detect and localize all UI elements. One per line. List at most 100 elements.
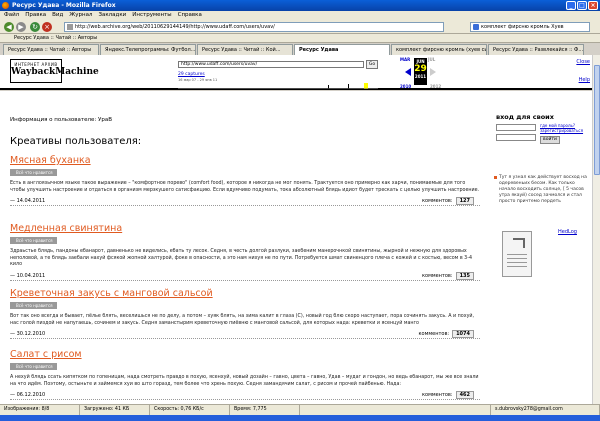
tab-entertainment[interactable]: Ресурс Удава :: Развлекайся :: Ф... <box>488 44 584 55</box>
minimize-button[interactable]: _ <box>566 1 576 10</box>
wayback-go-button[interactable]: Go <box>366 60 378 69</box>
doc-line <box>507 266 527 267</box>
sidebar-quote: Тут я узнал как действует восход на одер… <box>499 175 587 204</box>
wayback-sparkline[interactable] <box>178 81 378 91</box>
wayback-help-link[interactable]: Help <box>579 77 590 83</box>
bookmark-item[interactable]: Ресурс Удава :: Чатай :: Авторы <box>14 34 97 42</box>
post-date: — 10.04.2011 <box>10 272 46 279</box>
tab-yandex-tv[interactable]: Яндекс.Телепрограммы: Футбол... <box>100 44 196 55</box>
tab-resource-udav[interactable]: Ресурс Удава <box>294 44 390 55</box>
post-comments: комментов: 462 <box>422 391 474 399</box>
search-engine-icon <box>473 24 479 30</box>
wayback-next-arrow-icon[interactable] <box>430 68 436 76</box>
window-title: Ресурс Удава - Mozilla Firefox <box>12 2 116 9</box>
post-tag-button[interactable]: Всё что нравится <box>10 363 57 370</box>
window-controls: _ □ × <box>566 1 598 10</box>
menu-view[interactable]: Вид <box>52 11 63 20</box>
tab-bar: Ресурс Удава :: Чатай :: Авторы Яндекс.Т… <box>0 43 600 55</box>
tab-authors[interactable]: Ресурс Удава :: Чатай :: Авторы <box>3 44 99 55</box>
post-footer: — 06.12.2010 комментов: 462 <box>10 390 480 400</box>
wayback-current-date: JUN 29 2011 <box>414 58 427 85</box>
scrollbar-thumb[interactable] <box>594 65 600 175</box>
wayback-prev-arrow-icon[interactable] <box>405 68 411 76</box>
comments-label: комментов: <box>421 198 453 204</box>
comments-count[interactable]: 462 <box>455 391 474 399</box>
wayback-logo-main: WaybackMachine <box>11 67 99 77</box>
status-bar: Изображения: 8/8 Загружено: 41 КБ Скорос… <box>0 404 600 415</box>
arrow-icon <box>513 238 525 248</box>
taskbar <box>0 415 600 421</box>
user-info: Информация о пользователе: УраВ <box>10 117 112 123</box>
comments-count[interactable]: 127 <box>455 197 474 205</box>
doc-line <box>507 262 527 263</box>
menu-tools[interactable]: Инструменты <box>132 11 171 20</box>
doc-line <box>507 254 527 255</box>
post-title-link[interactable]: Мясная буханка <box>10 155 480 166</box>
post-excerpt: Здраьстье блядь, пандоны ебанарот, давне… <box>10 249 473 267</box>
post-tag-button[interactable]: Всё что нравится <box>10 302 57 309</box>
status-speed: Скорость: 0,76 КБ/с <box>150 405 230 415</box>
post-title-link[interactable]: Медленная свинятина <box>10 223 480 234</box>
comments-count[interactable]: 1074 <box>452 330 474 338</box>
login-links: где мой пароль? зарегистрироваться <box>540 123 583 133</box>
post-title-link[interactable]: Креветочная закусь с манговой сальсой <box>10 288 480 299</box>
menu-edit[interactable]: Правка <box>25 11 46 20</box>
wayback-current-day: 29 <box>414 64 427 74</box>
post-excerpt: Вот так оно всегда и бывает, пёлье блять… <box>10 314 475 326</box>
menu-file[interactable]: Файл <box>4 11 19 20</box>
close-window-button[interactable]: × <box>588 1 598 10</box>
post-title-link[interactable]: Салат с рисом <box>10 349 480 360</box>
status-user: s.dubrovsky278@gmail.com <box>490 405 600 415</box>
post-item: Салат с рисом Всё что нравится А нехуй б… <box>10 349 480 400</box>
wayback-captures-link[interactable]: 29 captures <box>178 72 205 77</box>
post-footer: — 30.12.2010 комментов: 1074 <box>10 329 480 339</box>
post-excerpt: А нехуй блядь ссать кипятком по гопеница… <box>10 375 479 387</box>
login-username-input[interactable] <box>496 124 536 131</box>
login-button[interactable]: войти <box>540 136 560 144</box>
address-bar[interactable]: http://web.archive.org/web/2011062914414… <box>64 22 444 32</box>
search-box[interactable]: комплект фирсню кромль Хуев <box>470 22 590 32</box>
wayback-year-next[interactable]: 2012 <box>430 84 441 89</box>
maximize-button[interactable]: □ <box>577 1 587 10</box>
forward-arrow-icon[interactable]: ▶ <box>16 22 26 32</box>
post-tag-button[interactable]: Всё что нравится <box>10 169 57 176</box>
wayback-close-link[interactable]: Close <box>576 59 590 65</box>
status-time: Время: 7,775 <box>230 405 300 415</box>
post-date: — 14.04.2011 <box>10 198 46 204</box>
wayback-year-prev[interactable]: 2010 <box>400 84 411 89</box>
wayback-logo[interactable]: ИНТЕРНЕТ АРХИВ WaybackMachine <box>10 59 99 83</box>
back-arrow-icon[interactable]: ◀ <box>4 22 14 32</box>
page-content: Информация о пользователе: УраВ Креативы… <box>0 91 592 404</box>
wayback-current-year: 2011 <box>414 74 427 79</box>
post-tag-button[interactable]: Всё что нравится <box>10 237 57 244</box>
register-link[interactable]: зарегистрироваться <box>540 128 583 133</box>
menu-help[interactable]: Справка <box>178 11 202 20</box>
menu-bookmarks[interactable]: Закладки <box>98 11 126 20</box>
hedlog-link[interactable]: HedLog <box>558 229 577 235</box>
menu-history[interactable]: Журнал <box>69 11 92 20</box>
stop-icon[interactable]: × <box>42 22 52 32</box>
comments-label: комментов: <box>418 331 450 337</box>
document-icon[interactable] <box>502 231 532 277</box>
wayback-url-input[interactable]: http://www.udaff.com/users/uvav/ <box>178 61 364 68</box>
firefox-icon <box>2 2 9 9</box>
bookmarks-toolbar: Ресурс Удава :: Чатай :: Авторы <box>0 34 600 43</box>
status-images: Изображения: 8/8 <box>0 405 80 415</box>
search-box-text: комплект фирсню кромль Хуев <box>481 24 564 30</box>
comments-count[interactable]: 135 <box>455 271 474 280</box>
post-comments: комментов: 135 <box>422 271 474 280</box>
wayback-month-next[interactable]: JUL <box>428 57 435 62</box>
wayback-month-prev[interactable]: MAR <box>400 57 410 62</box>
wayback-toolbar: ИНТЕРНЕТ АРХИВ WaybackMachine http://www… <box>0 55 600 90</box>
post-footer: — 10.04.2011 комментов: 135 <box>10 271 480 281</box>
login-password-input[interactable] <box>496 134 536 141</box>
post-excerpt: Есть в англоязычном языке такое выражени… <box>10 181 480 193</box>
page-scrollbar[interactable] <box>592 55 600 404</box>
page-favicon-icon <box>67 24 73 30</box>
reload-icon[interactable]: ↻ <box>30 22 40 32</box>
post-item: Медленная свинятина Всё что нравится Здр… <box>10 223 480 281</box>
tab-read[interactable]: Ресурс Удава :: Читай :: Кой... <box>197 44 293 55</box>
page-heading: Креативы пользователя: <box>10 136 142 147</box>
menu-bar: Файл Правка Вид Журнал Закладки Инструме… <box>0 11 600 20</box>
tab-search-result[interactable]: комплект фирсню кромль (хуев си... <box>391 44 487 55</box>
